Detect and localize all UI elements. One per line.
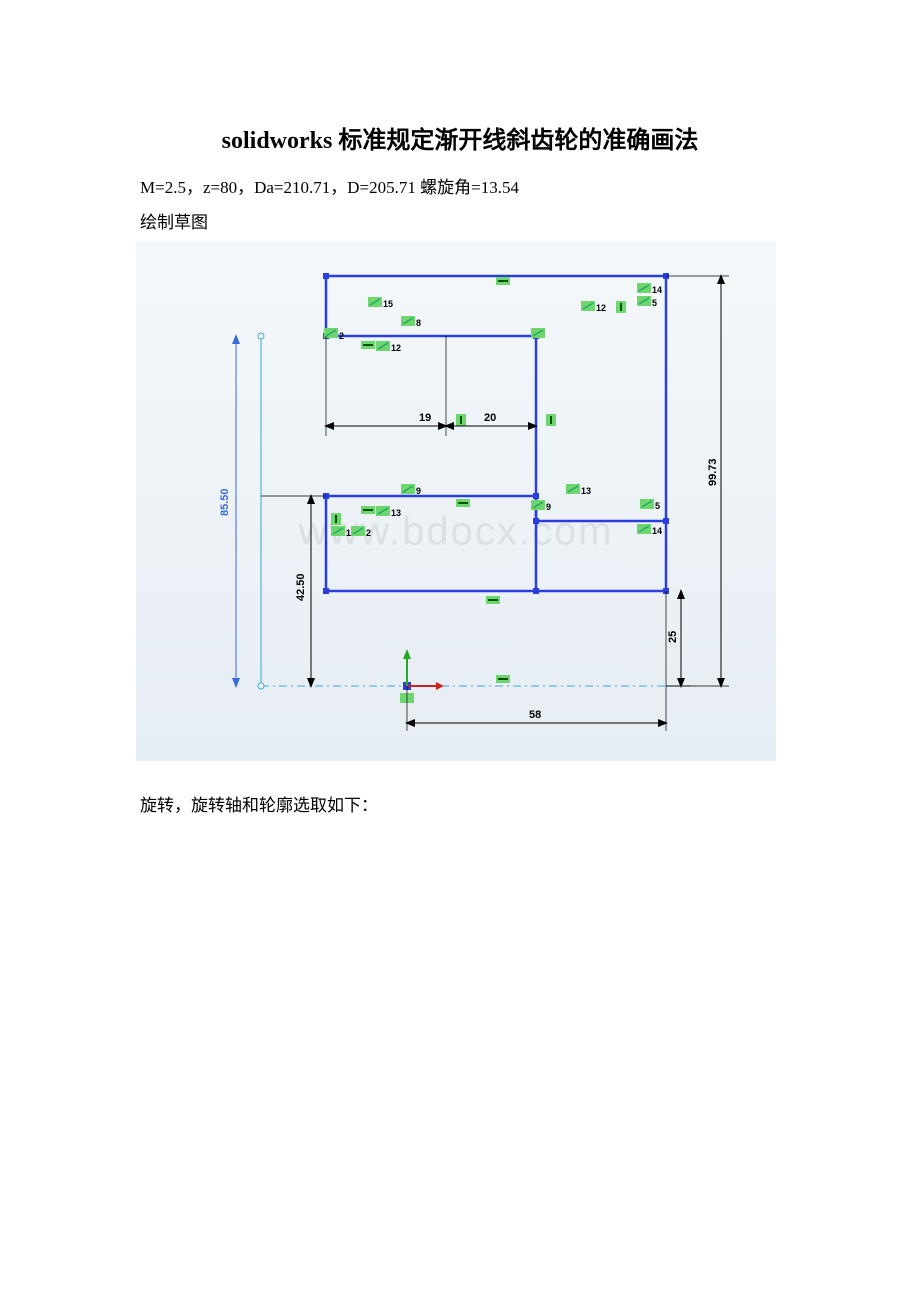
svg-text:15: 15 (383, 299, 393, 309)
svg-text:58: 58 (529, 709, 541, 721)
endpoints (323, 273, 669, 594)
svg-text:2: 2 (366, 528, 371, 538)
svg-text:8: 8 (416, 318, 421, 328)
relation-icons: 15 8 2 14 5 12 (324, 277, 662, 683)
dim-42-50: 42.50 (261, 494, 326, 688)
handle-point (258, 333, 264, 339)
svg-text:20: 20 (484, 412, 496, 424)
dim-85-50: 85.50 (219, 334, 240, 688)
profile-upper (326, 276, 666, 521)
sketch-label: 绘制草图 (140, 208, 780, 233)
sketch-figure: www.bdocx.com (136, 241, 776, 761)
svg-text:19: 19 (419, 412, 431, 424)
svg-text:13: 13 (391, 508, 401, 518)
revolve-label: 旋转，旋转轴和轮廓选取如下： (140, 791, 780, 816)
svg-text:9: 9 (546, 502, 551, 512)
svg-text:5: 5 (655, 501, 660, 511)
svg-text:14: 14 (652, 285, 662, 295)
svg-text:25: 25 (667, 631, 679, 643)
svg-text:14: 14 (652, 526, 662, 536)
svg-text:12: 12 (391, 343, 401, 353)
page-title: solidworks 标准规定渐开线斜齿轮的准确画法 (140, 120, 780, 155)
sketch-svg: 15 8 2 14 5 12 (136, 241, 776, 761)
dim-25: 25 (666, 589, 691, 688)
svg-text:85.50: 85.50 (219, 488, 231, 516)
svg-text:9: 9 (416, 486, 421, 496)
svg-text:42.50: 42.50 (295, 573, 307, 601)
parameters-line: M=2.5，z=80，Da=210.71，D=205.71 螺旋角=13.54 (140, 173, 780, 198)
svg-text:13: 13 (581, 486, 591, 496)
svg-text:5: 5 (652, 298, 657, 308)
origin-marker (400, 649, 444, 703)
handle-point (258, 683, 264, 689)
svg-text:99.73: 99.73 (707, 458, 719, 486)
dim-58: 58 (405, 591, 668, 731)
dim-99-73: 99.73 (666, 274, 729, 688)
svg-text:2: 2 (339, 331, 344, 341)
svg-text:12: 12 (596, 303, 606, 313)
